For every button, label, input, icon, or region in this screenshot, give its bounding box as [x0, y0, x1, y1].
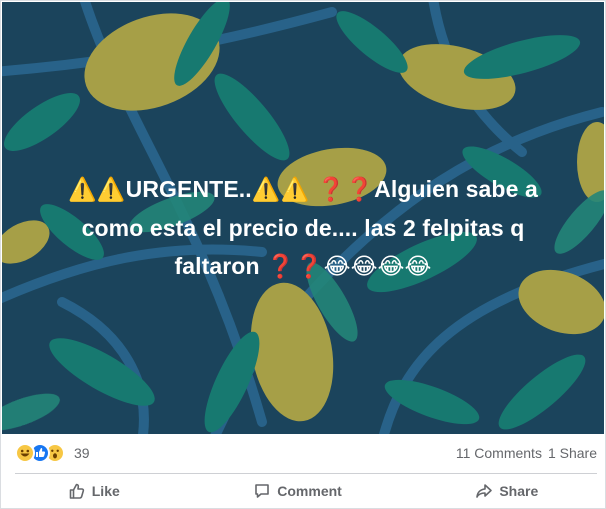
warning-icon: ⚠️⚠️ [251, 177, 317, 203]
post-card: ⚠️⚠️URGENTE..⚠️⚠️ ❓❓Alguien sabe a como … [0, 0, 606, 509]
post-stats: 11 Comments 1 Share [456, 445, 597, 461]
share-icon [476, 484, 493, 498]
thumbs-up-icon [69, 483, 84, 499]
post-text-line1a: URGENTE.. [125, 176, 252, 202]
comment-button[interactable]: Comment [235, 478, 360, 504]
like-label: Like [91, 483, 120, 499]
shares-count-link[interactable]: 1 Share [548, 445, 597, 461]
haha-reaction-icon [15, 443, 35, 463]
comment-label: Comment [277, 483, 342, 499]
post-text: ⚠️⚠️URGENTE..⚠️⚠️ ❓❓Alguien sabe a como … [32, 170, 574, 286]
reactions-bar: 39 11 Comments 1 Share [15, 441, 597, 465]
post-text-line3: faltaron [174, 253, 260, 279]
question-mark-icon: ❓❓ [266, 254, 324, 280]
post-background: ⚠️⚠️URGENTE..⚠️⚠️ ❓❓Alguien sabe a como … [2, 2, 604, 434]
post-text-line2: como esta el precio de.... las 2 felpita… [81, 215, 525, 241]
comment-icon [255, 484, 270, 498]
share-label: Share [499, 483, 539, 499]
laughing-crying-icon: 😂😂😂😂 [323, 254, 432, 280]
like-button[interactable]: Like [50, 478, 138, 504]
reaction-count[interactable]: 39 [74, 445, 90, 461]
comments-count-link[interactable]: 11 Comments [456, 445, 542, 461]
post-text-line1b: Alguien sabe a [374, 176, 538, 202]
reaction-icons[interactable]: 39 [15, 443, 90, 463]
warning-icon: ⚠️⚠️ [68, 177, 126, 203]
question-mark-icon: ❓❓ [316, 177, 375, 203]
share-button[interactable]: Share [457, 478, 556, 504]
post-actions: Like Comment Share [1, 476, 605, 506]
divider [15, 473, 597, 474]
